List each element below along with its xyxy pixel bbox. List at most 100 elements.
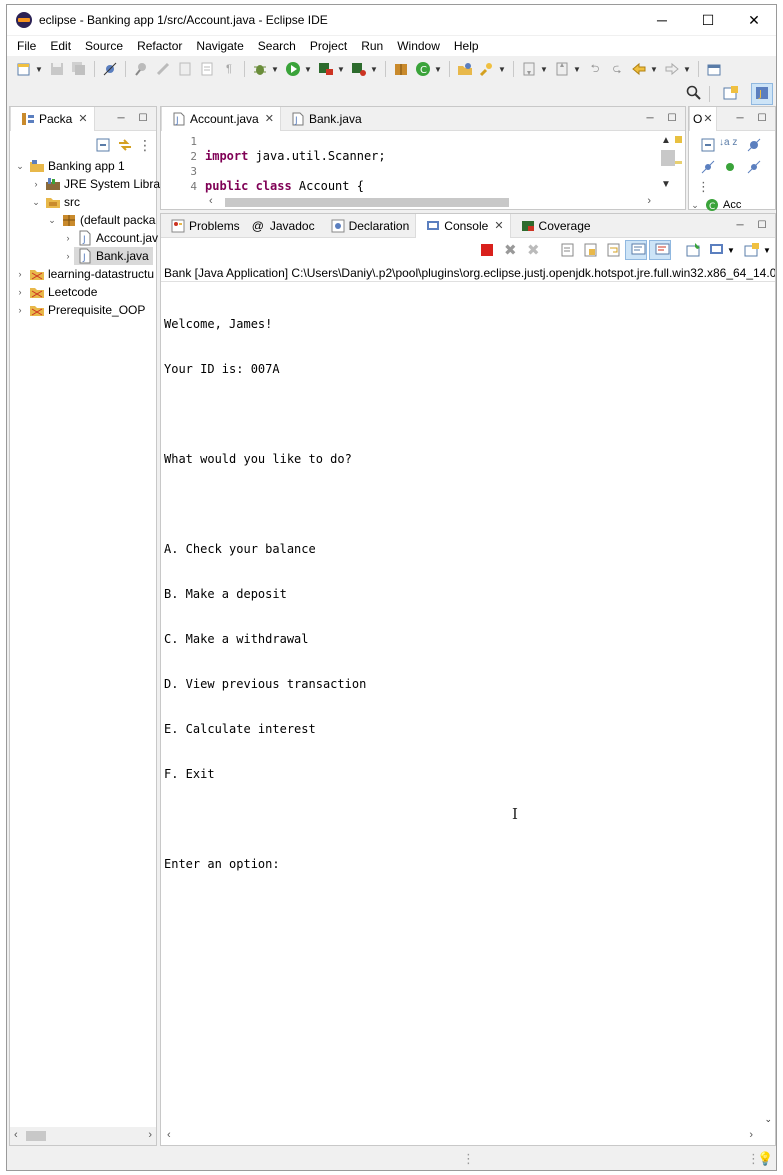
tab-problems[interactable]: Problems	[161, 214, 246, 238]
scroll-left-icon[interactable]: ‹	[167, 1129, 171, 1141]
tree-node[interactable]: › Leetcode	[14, 283, 98, 301]
tree-node[interactable]: › learning-datastructu	[14, 265, 155, 283]
next-annotation-dropdown-icon[interactable]: ▼	[540, 65, 548, 74]
console-output[interactable]: Welcome, James! Your ID is: 007A What wo…	[164, 287, 366, 902]
new-dropdown-icon[interactable]: ▼	[35, 65, 43, 74]
menu-search[interactable]: Search	[251, 39, 303, 53]
word-wrap-icon[interactable]	[606, 242, 622, 258]
collapse-all-icon[interactable]	[95, 137, 111, 153]
scroll-up-icon[interactable]: ▲	[661, 135, 671, 146]
tab-console[interactable]: Console ✕	[415, 213, 511, 238]
back-dropdown-icon[interactable]: ▼	[650, 65, 658, 74]
scroll-left-icon[interactable]: ‹	[14, 1129, 18, 1141]
collapse-icon[interactable]: ⌄	[14, 161, 26, 172]
menu-file[interactable]: File	[10, 39, 43, 53]
run-dropdown-icon[interactable]: ▼	[304, 65, 312, 74]
open-perspective-icon[interactable]	[723, 85, 739, 101]
menu-navigate[interactable]: Navigate	[189, 39, 250, 53]
sort-icon[interactable]: ↓a z	[719, 137, 737, 148]
forward-icon[interactable]	[664, 61, 680, 77]
search-icon[interactable]	[686, 85, 702, 101]
overview-marker[interactable]	[675, 161, 682, 164]
tab-bank-java[interactable]: J Bank.java	[281, 107, 368, 131]
lightbulb-icon[interactable]: 💡	[757, 1151, 773, 1167]
menu-project[interactable]: Project	[303, 39, 354, 53]
maximize-view-icon[interactable]: ☐	[136, 112, 150, 124]
next-edit-location-icon[interactable]: ⮎	[609, 61, 625, 77]
maximize-button[interactable]: ☐	[685, 5, 731, 35]
scroll-right-icon[interactable]: ›	[148, 1129, 152, 1141]
hide-non-public-icon[interactable]	[722, 159, 738, 175]
expand-icon[interactable]: ›	[62, 251, 74, 261]
open-type-icon[interactable]	[457, 61, 473, 77]
open-console-icon[interactable]	[744, 242, 760, 258]
code-line[interactable]: import java.util.Scanner;	[205, 149, 386, 163]
pin-console-icon[interactable]	[686, 242, 702, 258]
tree-node[interactable]: › J Account.jav	[62, 229, 158, 247]
minimize-view-icon[interactable]: ─	[733, 219, 747, 231]
scrollbar-thumb[interactable]	[225, 198, 509, 207]
open-console-dropdown-icon[interactable]: ▼	[763, 246, 771, 255]
skip-breakpoints-icon[interactable]	[102, 61, 118, 77]
overview-warning-marker[interactable]	[675, 136, 682, 143]
menu-refactor[interactable]: Refactor	[130, 39, 189, 53]
collapse-icon[interactable]: ⌄	[689, 200, 701, 211]
hide-fields-icon[interactable]	[746, 137, 762, 153]
tab-account-java[interactable]: J Account.java ✕	[161, 106, 281, 131]
menu-edit[interactable]: Edit	[43, 39, 78, 53]
menu-run[interactable]: Run	[354, 39, 390, 53]
selected-node[interactable]: J Bank.java	[74, 247, 153, 265]
new-java-package-icon[interactable]	[393, 61, 409, 77]
menu-window[interactable]: Window	[390, 39, 447, 53]
show-on-stderr-button[interactable]	[649, 240, 671, 260]
java-perspective-button[interactable]: J	[751, 83, 773, 105]
maximize-view-icon[interactable]: ☐	[755, 219, 769, 231]
code-line[interactable]: public class Account {	[205, 179, 364, 193]
close-tab-icon[interactable]: ✕	[265, 112, 274, 125]
terminate-icon[interactable]	[481, 244, 493, 256]
minimize-view-icon[interactable]: ─	[733, 112, 747, 124]
menu-source[interactable]: Source	[78, 39, 130, 53]
whitespace-icon[interactable]: ¶	[221, 61, 237, 77]
menu-help[interactable]: Help	[447, 39, 486, 53]
collapse-icon[interactable]: ⌄	[46, 215, 58, 226]
save-icon[interactable]	[49, 61, 65, 77]
search-tool-icon[interactable]	[479, 61, 495, 77]
block-selection-icon[interactable]	[199, 61, 215, 77]
scroll-right-icon[interactable]: ›	[647, 195, 651, 207]
tree-node[interactable]: › JRE System Librar	[30, 175, 165, 193]
expand-icon[interactable]: ›	[14, 269, 26, 279]
scroll-left-icon[interactable]: ‹	[209, 195, 213, 207]
coverage-dropdown-icon[interactable]: ▼	[337, 65, 345, 74]
scroll-right-icon[interactable]: ›	[749, 1129, 753, 1141]
collapse-all-icon[interactable]	[700, 137, 716, 153]
prev-annotation-icon[interactable]	[554, 61, 570, 77]
new-icon[interactable]	[16, 61, 32, 77]
console-horizontal-scrollbar[interactable]: ‹ ›	[161, 1129, 775, 1145]
debug-dropdown-icon[interactable]: ▼	[271, 65, 279, 74]
link-with-editor-icon[interactable]	[117, 137, 133, 153]
tree-node[interactable]: ⌄ src	[30, 193, 80, 211]
remove-launch-icon[interactable]: ✖	[504, 241, 517, 259]
hide-local-types-icon[interactable]	[746, 159, 762, 175]
search-tool-dropdown-icon[interactable]: ▼	[498, 65, 506, 74]
view-menu-icon[interactable]: ⋮	[138, 137, 152, 154]
tab-coverage[interactable]: Coverage	[511, 214, 597, 238]
close-button[interactable]: ✕	[731, 5, 777, 35]
maximize-view-icon[interactable]: ☐	[755, 112, 769, 124]
tree-node[interactable]: › J Bank.java	[62, 247, 153, 265]
clear-console-icon[interactable]	[560, 242, 576, 258]
minimize-view-icon[interactable]: ─	[114, 112, 128, 124]
close-tab-icon[interactable]: ✕	[78, 112, 87, 125]
edit-icon[interactable]	[155, 61, 171, 77]
expand-icon[interactable]: ›	[14, 287, 26, 297]
maximize-view-icon[interactable]: ☐	[665, 112, 679, 124]
scrollbar-thumb[interactable]	[26, 1131, 46, 1141]
toggle-mark-icon[interactable]	[177, 61, 193, 77]
run-icon[interactable]	[285, 61, 301, 77]
pin-icon[interactable]	[133, 61, 149, 77]
expand-icon[interactable]: ›	[62, 233, 74, 243]
scroll-lock-icon[interactable]	[583, 242, 599, 258]
tree-node[interactable]: ⌄ Banking app 1	[14, 157, 125, 175]
new-java-class-icon[interactable]: C	[415, 61, 431, 77]
